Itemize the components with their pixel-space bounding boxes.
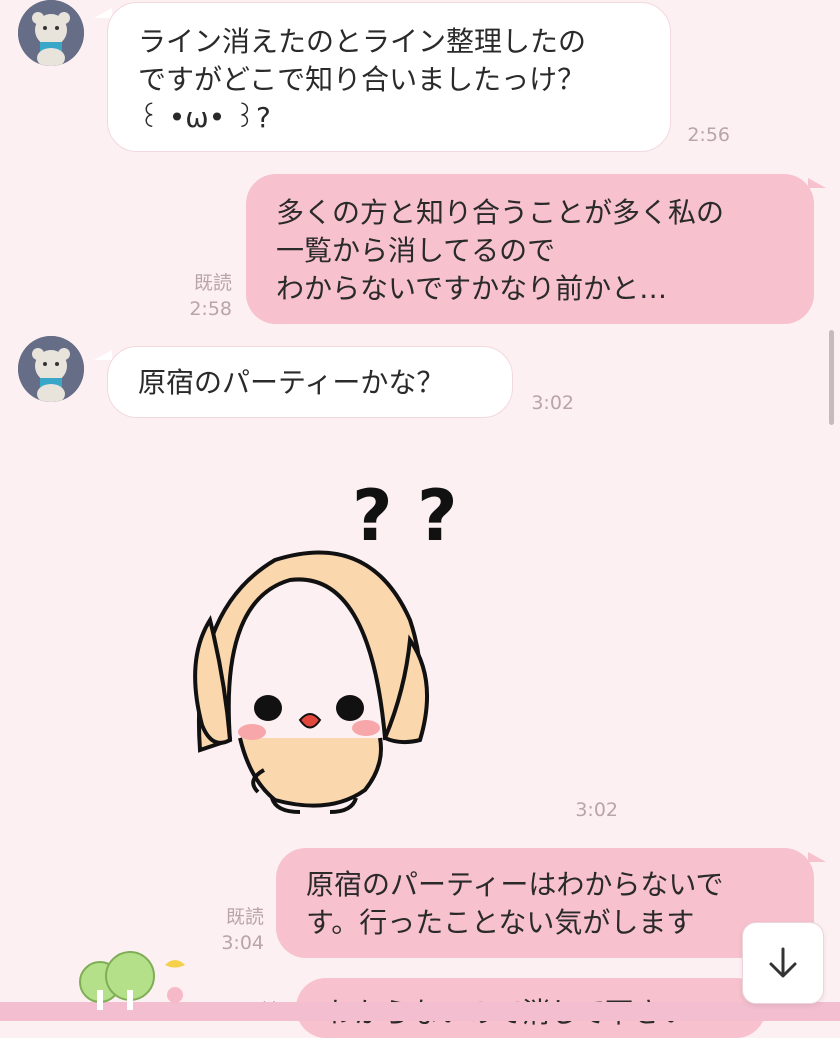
bubble-tail: [808, 178, 826, 188]
sticker-question-marks: ? ?: [352, 480, 458, 557]
confused-puppy-icon: ? ?: [193, 475, 458, 814]
message-time: 3:02: [575, 799, 618, 821]
arrow-down-icon: [769, 947, 797, 978]
message-time: 2:58: [189, 298, 232, 320]
bubble-tail: [94, 350, 112, 360]
avatar[interactable]: [18, 336, 84, 402]
teddy-bear-avatar: [18, 336, 84, 402]
sent-message-bubble[interactable]: 原宿のパーティーはわからないで す。行ったことない気がします: [276, 848, 814, 958]
trees-decoration-icon: [79, 951, 185, 1010]
bubble-tail: [808, 852, 826, 862]
sent-message-bubble[interactable]: 多くの方と知り合うことが多く私の 一覧から消してるので わからないですかなり前か…: [246, 174, 814, 324]
read-receipt: 既読: [225, 906, 264, 928]
avatar[interactable]: [18, 0, 84, 66]
received-message-bubble[interactable]: ライン消えたのとライン整理したの ですがどこで知り合いましたっけ？ ꒰ •ω• …: [107, 2, 671, 152]
puppy-sticker[interactable]: ? ?: [180, 475, 480, 820]
scroll-to-bottom-button[interactable]: [742, 922, 824, 1004]
bubble-tail: [94, 8, 112, 18]
scrollbar[interactable]: [829, 330, 834, 425]
teddy-bear-avatar: [18, 0, 84, 66]
received-message-bubble[interactable]: 原宿のパーティーかな？: [107, 346, 513, 418]
message-time: 3:02: [531, 392, 574, 414]
message-time: 2:56: [687, 124, 730, 146]
read-receipt: 既読: [193, 272, 232, 294]
